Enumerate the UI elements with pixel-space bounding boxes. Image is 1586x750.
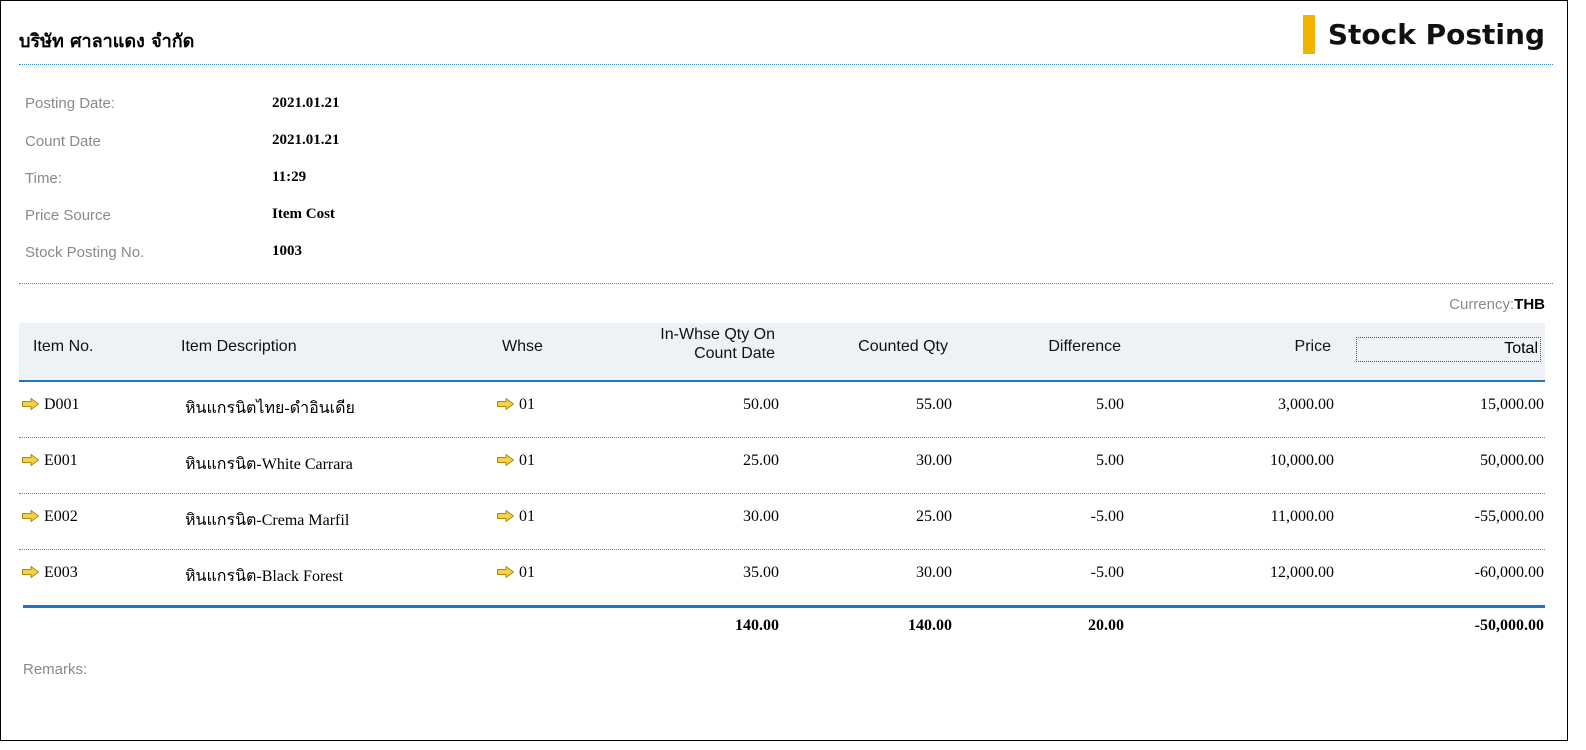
price: 12,000.00 [1270, 564, 1334, 581]
difference: -5.00 [1090, 508, 1124, 525]
whse-cell[interactable]: 01 [497, 508, 535, 526]
item-no-cell[interactable]: E003 [22, 564, 78, 582]
item-description: หินแกรนิต-Black Forest [185, 568, 344, 585]
time-label: Time: [25, 170, 62, 187]
in-whse-qty: 25.00 [743, 452, 779, 469]
company-name: บริษัท ศาลาแดง จำกัด [19, 31, 195, 52]
link-arrow-icon[interactable] [497, 510, 514, 522]
in-whse-qty: 50.00 [743, 396, 779, 413]
total-in-whse-qty: 140.00 [735, 617, 779, 634]
counted-qty: 25.00 [916, 508, 952, 525]
item-no-cell[interactable]: E002 [22, 508, 78, 526]
item-no-cell[interactable]: E001 [22, 452, 78, 470]
count-date-label: Count Date [25, 133, 101, 150]
remarks-label: Remarks: [23, 661, 88, 678]
counted-qty: 30.00 [916, 564, 952, 581]
currency-value: THB [1514, 296, 1545, 313]
link-arrow-icon[interactable] [497, 398, 514, 410]
item-no: E001 [44, 452, 78, 469]
whse: 01 [519, 508, 535, 525]
table-row: E001 หินแกรนิต-White Carrara 01 25.00 30… [19, 438, 1545, 494]
item-no: D001 [44, 396, 80, 413]
whse-cell[interactable]: 01 [497, 564, 535, 582]
item-no-cell[interactable]: D001 [22, 396, 80, 414]
col-difference: Difference [1048, 338, 1121, 355]
whse-cell[interactable]: 01 [497, 396, 535, 414]
item-no: E002 [44, 508, 78, 525]
table-row: E003 หินแกรนิต-Black Forest 01 35.00 30.… [19, 550, 1545, 606]
link-arrow-icon[interactable] [22, 398, 39, 410]
link-arrow-icon[interactable] [22, 454, 39, 466]
in-whse-qty: 35.00 [743, 564, 779, 581]
item-no: E003 [44, 564, 78, 581]
col-in-whse-qty-line1: In-Whse Qty On [660, 326, 775, 343]
whse: 01 [519, 452, 535, 469]
price: 11,000.00 [1270, 508, 1334, 525]
currency-label: Currency: [1449, 296, 1515, 313]
price-source-value: Item Cost [272, 206, 335, 222]
col-price: Price [1294, 338, 1331, 355]
document-frame: บริษัท ศาลาแดง จำกัด Stock Posting Posti… [0, 0, 1568, 741]
col-whse: Whse [502, 338, 543, 355]
document-title: Stock Posting [1327, 17, 1545, 51]
link-arrow-icon[interactable] [22, 566, 39, 578]
posting-date-label: Posting Date: [25, 95, 116, 112]
stock-posting-no-value: 1003 [272, 243, 302, 259]
price: 10,000.00 [1270, 452, 1334, 469]
item-description: หินแกรนิต-Crema Marfil [185, 512, 350, 529]
difference: 5.00 [1096, 396, 1124, 413]
total-counted-qty: 140.00 [908, 617, 952, 634]
total: -60,000.00 [1474, 564, 1544, 581]
posting-date-value: 2021.01.21 [272, 95, 340, 111]
price-source-label: Price Source [25, 207, 111, 224]
link-arrow-icon[interactable] [497, 566, 514, 578]
whse: 01 [519, 396, 535, 413]
link-arrow-icon[interactable] [497, 454, 514, 466]
table-header: Item No. Item Description Whse In-Whse Q… [19, 323, 1545, 382]
stock-posting-no-label: Stock Posting No. [25, 244, 145, 261]
counted-qty: 30.00 [916, 452, 952, 469]
col-counted-qty: Counted Qty [858, 338, 948, 355]
col-in-whse-qty-line2: Count Date [694, 345, 775, 362]
link-arrow-icon[interactable] [22, 510, 39, 522]
time-value: 11:29 [272, 169, 307, 185]
item-description: หินแกรนิต-White Carrara [185, 456, 353, 473]
difference: 5.00 [1096, 452, 1124, 469]
item-description: หินแกรนิตไทย-ดำอินเดีย [185, 400, 355, 417]
totals-divider [23, 605, 1545, 608]
table-row: E002 หินแกรนิต-Crema Marfil 01 30.00 25.… [19, 494, 1545, 550]
grand-total: -50,000.00 [1474, 617, 1544, 634]
price: 3,000.00 [1278, 396, 1334, 413]
col-item-description: Item Description [181, 338, 297, 355]
col-item-no: Item No. [33, 338, 94, 355]
header-divider [19, 64, 1553, 65]
table-row: D001 หินแกรนิตไทย-ดำอินเดีย 01 50.00 55.… [19, 382, 1545, 438]
info-divider [19, 283, 1553, 284]
whse: 01 [519, 564, 535, 581]
difference: -5.00 [1090, 564, 1124, 581]
counted-qty: 55.00 [916, 396, 952, 413]
title-block: Stock Posting [1302, 14, 1545, 54]
total: -55,000.00 [1474, 508, 1544, 525]
in-whse-qty: 30.00 [743, 508, 779, 525]
col-in-whse-qty: In-Whse Qty On Count Date [575, 325, 775, 363]
count-date-value: 2021.01.21 [272, 132, 340, 148]
currency-indicator: Currency:THB [1449, 296, 1545, 313]
total-difference: 20.00 [1088, 617, 1124, 634]
total: 15,000.00 [1480, 396, 1544, 413]
title-accent-bar [1302, 14, 1315, 54]
whse-cell[interactable]: 01 [497, 452, 535, 470]
total: 50,000.00 [1480, 452, 1544, 469]
col-total: Total [1356, 337, 1541, 362]
